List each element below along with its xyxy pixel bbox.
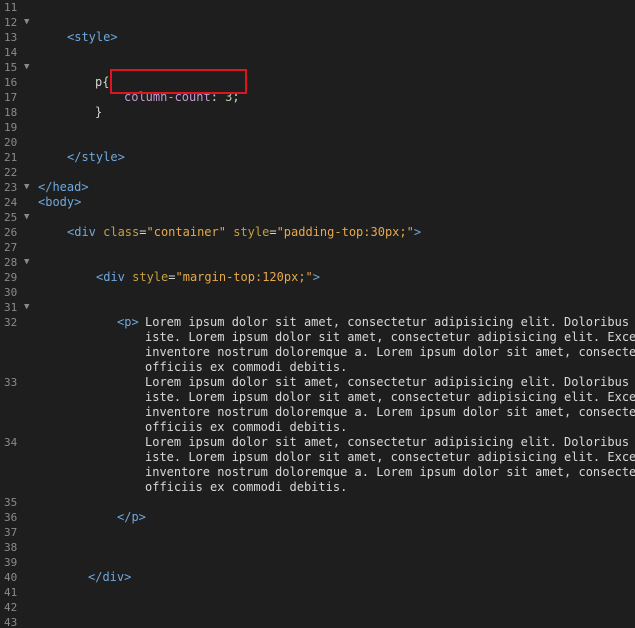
line-number: 38 bbox=[4, 541, 18, 554]
line-number: 33 bbox=[4, 376, 18, 389]
gutter-row: 27 bbox=[0, 240, 635, 255]
gutter-row: 12 ▼ bbox=[0, 15, 635, 30]
line-number: 13 bbox=[4, 31, 18, 44]
gutter-row: 14 bbox=[0, 45, 635, 60]
gutter-row: 15 ▼ bbox=[0, 60, 635, 75]
code-line: inventore nostrum doloremque a. Lorem ip… bbox=[0, 465, 635, 480]
gutter-row: 32 bbox=[0, 315, 635, 330]
line-number: 18 bbox=[4, 106, 18, 119]
line-number: 27 bbox=[4, 241, 18, 254]
line-number: 36 bbox=[4, 511, 18, 524]
gutter-row: 13 bbox=[0, 30, 635, 45]
paragraph-text: iste. Lorem ipsum dolor sit amet, consec… bbox=[145, 390, 635, 404]
line-number: 30 bbox=[4, 286, 18, 299]
gutter-row: 34 bbox=[0, 435, 635, 450]
paragraph-text: inventore nostrum doloremque a. Lorem ip… bbox=[145, 465, 635, 479]
line-number: 11 bbox=[4, 1, 18, 14]
paragraph-text: officiis ex commodi debitis. bbox=[145, 420, 348, 434]
line-number: 20 bbox=[4, 136, 18, 149]
fold-arrow-icon[interactable]: ▼ bbox=[24, 210, 29, 225]
gutter-row: 40 bbox=[0, 570, 635, 585]
line-number: 39 bbox=[4, 556, 18, 569]
gutter-row: 39 bbox=[0, 555, 635, 570]
line-number: 21 bbox=[4, 151, 18, 164]
line-number: 24 bbox=[4, 196, 18, 209]
fold-arrow-icon[interactable]: ▼ bbox=[24, 255, 29, 270]
code-editor[interactable]: <style> p{ column-count: 3; } </style> <… bbox=[0, 0, 635, 628]
code-line: inventore nostrum doloremque a. Lorem ip… bbox=[0, 345, 635, 360]
fold-arrow-icon[interactable]: ▼ bbox=[24, 180, 29, 195]
gutter-row: 16 bbox=[0, 75, 635, 90]
gutter-row: 17 bbox=[0, 90, 635, 105]
paragraph-text: officiis ex commodi debitis. bbox=[145, 480, 348, 494]
gutter-row: 38 bbox=[0, 540, 635, 555]
gutter-row: 28 ▼ bbox=[0, 255, 635, 270]
paragraph-text: iste. Lorem ipsum dolor sit amet, consec… bbox=[145, 330, 635, 344]
line-number: 19 bbox=[4, 121, 18, 134]
fold-arrow-icon[interactable]: ▼ bbox=[24, 60, 29, 75]
line-number: 32 bbox=[4, 316, 18, 329]
line-number: 26 bbox=[4, 226, 18, 239]
line-number: 37 bbox=[4, 526, 18, 539]
fold-arrow-icon[interactable]: ▼ bbox=[24, 15, 29, 30]
gutter-row: 21 bbox=[0, 150, 635, 165]
gutter-row: 22 bbox=[0, 165, 635, 180]
gutter-row: 11 bbox=[0, 0, 635, 15]
code-line: inventore nostrum doloremque a. Lorem ip… bbox=[0, 405, 635, 420]
paragraph-text: inventore nostrum doloremque a. Lorem ip… bbox=[145, 345, 635, 359]
gutter-row: 43 bbox=[0, 615, 635, 628]
paragraph-text: officiis ex commodi debitis. bbox=[145, 360, 348, 374]
code-line: officiis ex commodi debitis. bbox=[0, 480, 635, 495]
gutter-row: 31 ▼ bbox=[0, 300, 635, 315]
code-line: iste. Lorem ipsum dolor sit amet, consec… bbox=[0, 390, 635, 405]
line-number: 41 bbox=[4, 586, 18, 599]
line-number: 42 bbox=[4, 601, 18, 614]
gutter-row: 26 bbox=[0, 225, 635, 240]
paragraph-text: inventore nostrum doloremque a. Lorem ip… bbox=[145, 405, 635, 419]
gutter-row: 19 bbox=[0, 120, 635, 135]
line-number: 40 bbox=[4, 571, 18, 584]
line-number: 29 bbox=[4, 271, 18, 284]
code-line: iste. Lorem ipsum dolor sit amet, consec… bbox=[0, 450, 635, 465]
gutter-row: 25 ▼ bbox=[0, 210, 635, 225]
fold-arrow-icon[interactable]: ▼ bbox=[24, 300, 29, 315]
code-line: officiis ex commodi debitis. bbox=[0, 360, 635, 375]
code-line: officiis ex commodi debitis. bbox=[0, 420, 635, 435]
line-number: 16 bbox=[4, 76, 18, 89]
gutter-row: 42 bbox=[0, 600, 635, 615]
gutter-row: 23 ▼ bbox=[0, 180, 635, 195]
gutter-row: 29 bbox=[0, 270, 635, 285]
gutter-row: 37 bbox=[0, 525, 635, 540]
paragraph-text: iste. Lorem ipsum dolor sit amet, consec… bbox=[145, 450, 635, 464]
gutter-row: 30 bbox=[0, 285, 635, 300]
gutter-row: 41 bbox=[0, 585, 635, 600]
line-number: 43 bbox=[4, 616, 18, 628]
gutter-row: 36 bbox=[0, 510, 635, 525]
gutter-row: 18 bbox=[0, 105, 635, 120]
gutter-row: 24 bbox=[0, 195, 635, 210]
line-number: 17 bbox=[4, 91, 18, 104]
line-number: 35 bbox=[4, 496, 18, 509]
code-line: iste. Lorem ipsum dolor sit amet, consec… bbox=[0, 330, 635, 345]
line-number: 14 bbox=[4, 46, 18, 59]
gutter-row: 20 bbox=[0, 135, 635, 150]
gutter-row: 35 bbox=[0, 495, 635, 510]
gutter-row: 33 bbox=[0, 375, 635, 390]
line-number: 22 bbox=[4, 166, 18, 179]
line-number: 34 bbox=[4, 436, 18, 449]
